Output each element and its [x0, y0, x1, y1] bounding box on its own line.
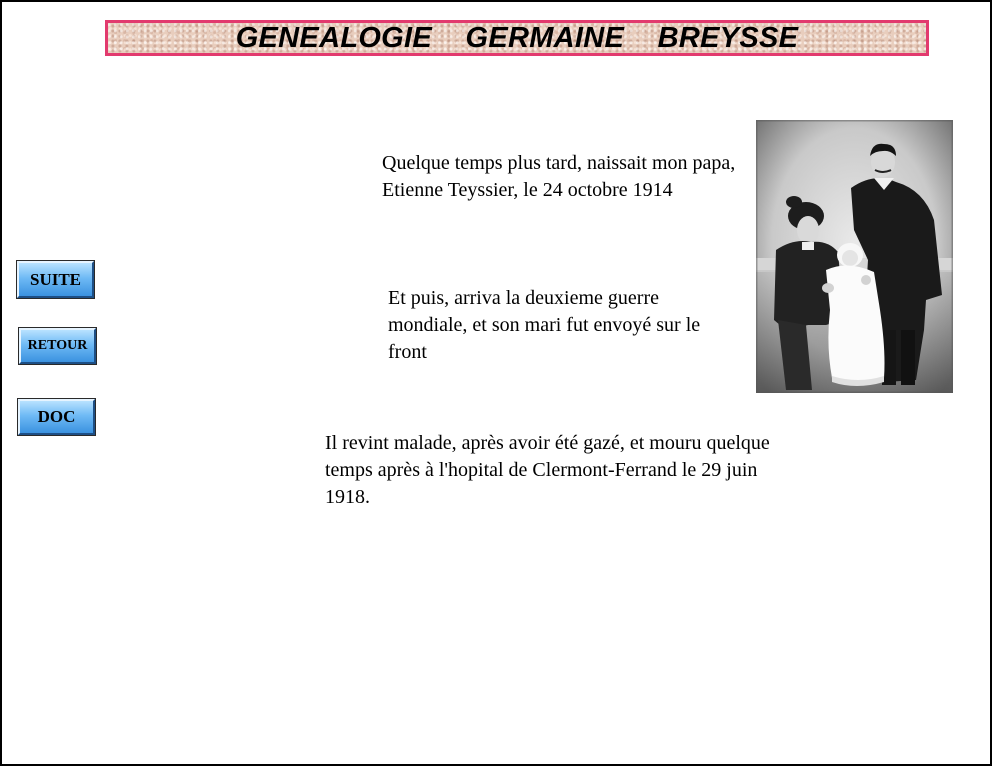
suite-button[interactable]: SUITE [16, 260, 95, 299]
paragraph-birth: Quelque temps plus tard, naissait mon pa… [382, 152, 736, 201]
page-frame: GENEALOGIE GERMAINE BREYSSE SUITE RETOUR… [0, 0, 992, 766]
retour-button[interactable]: RETOUR [18, 327, 97, 365]
title-banner: GENEALOGIE GERMAINE BREYSSE [105, 20, 929, 56]
family-photo [756, 120, 953, 393]
page-title: GENEALOGIE GERMAINE BREYSSE [235, 22, 799, 54]
paragraph-death: Il revint malade, après avoir été gazé, … [325, 432, 770, 508]
doc-button[interactable]: DOC [17, 398, 96, 436]
paragraph-war: Et puis, arriva la deuxieme guerre mondi… [388, 287, 701, 363]
